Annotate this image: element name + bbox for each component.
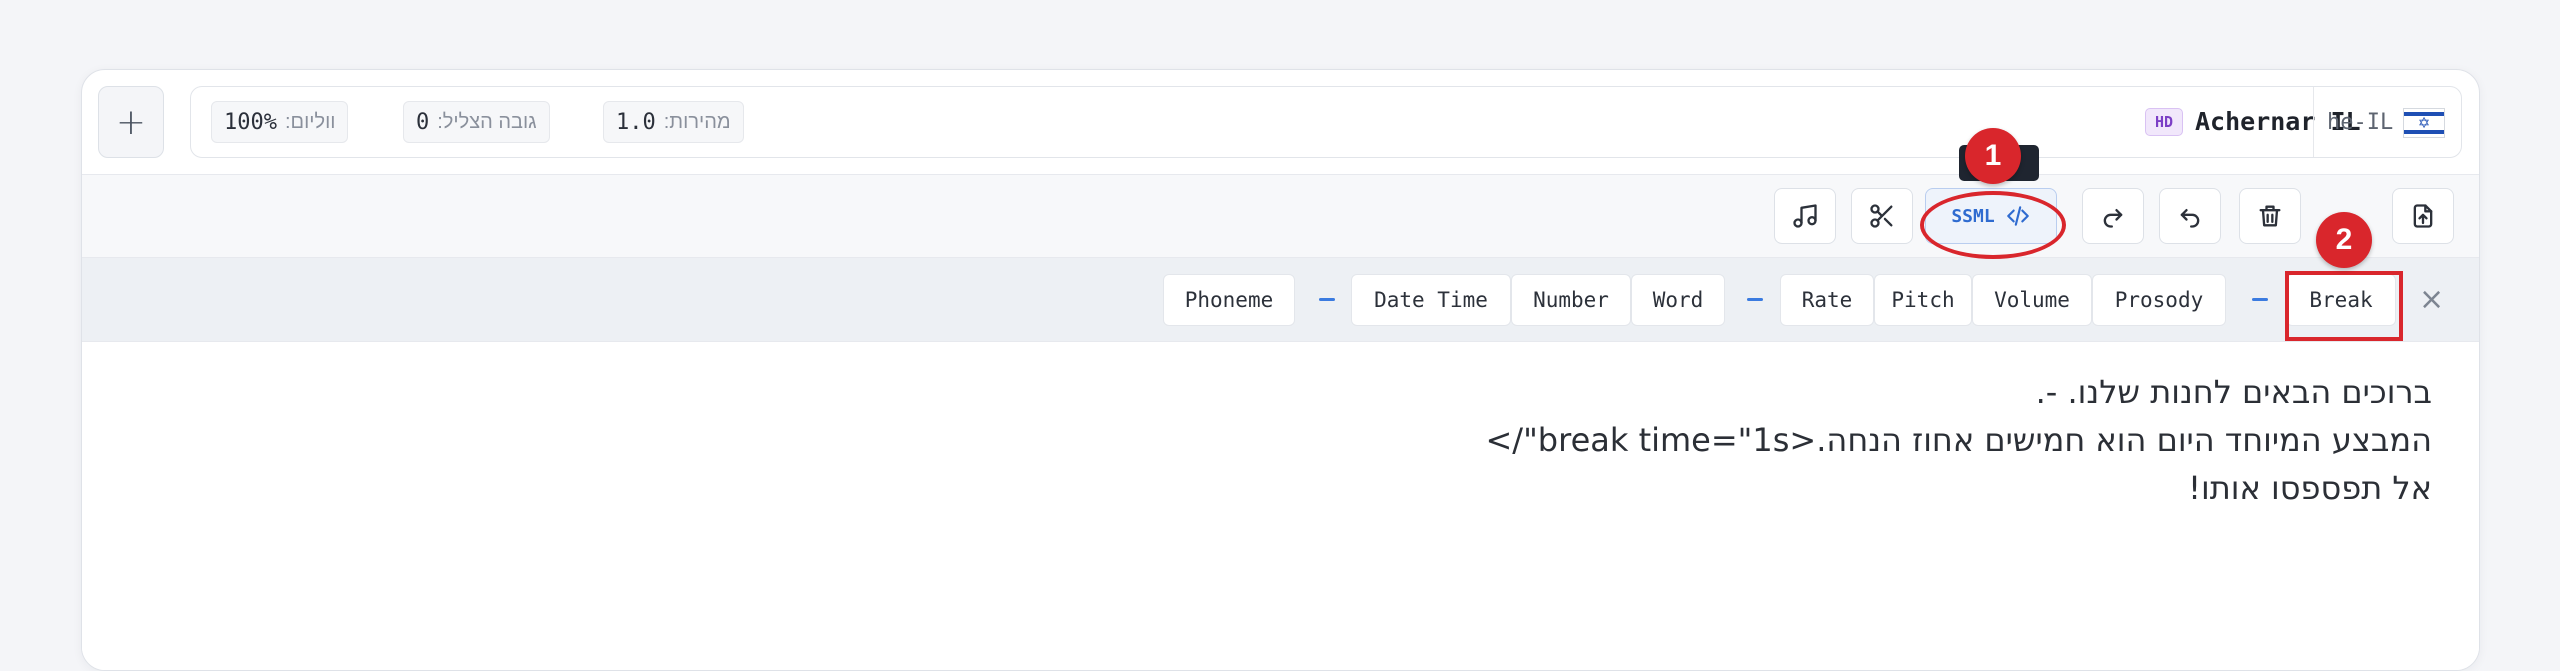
cut-button[interactable]	[1851, 188, 1913, 244]
hd-badge: HD	[2145, 108, 2183, 136]
tag-phoneme-button[interactable]: Phoneme	[1163, 274, 1295, 326]
delete-button[interactable]	[2239, 188, 2301, 244]
undo-icon	[2180, 209, 2200, 228]
tag-date-time-button[interactable]: Date Time	[1351, 274, 1511, 326]
editor-card: + 100% ווליום: 0 גובה הצליל: 1.0 מהירות:…	[81, 69, 2480, 671]
tag-number-button[interactable]: Number	[1511, 274, 1631, 326]
text-editor[interactable]: ברוכים הבאים לחנות שלנו. -. המבצע המיוחד…	[82, 342, 2479, 670]
editor-line: המבצע המיוחד היום הוא חמישים אחוז הנחה.<…	[1485, 421, 2432, 459]
editor-line: אל תפספסו אותו!	[2188, 469, 2432, 507]
ssml-tag-bar: Phoneme Date Time Number Word Rate Pitch…	[82, 258, 2479, 341]
music-note-icon	[1793, 204, 1817, 228]
close-icon[interactable]: ×	[2419, 280, 2444, 320]
tag-rate-button[interactable]: Rate	[1780, 274, 1874, 326]
tag-word-button[interactable]: Word	[1631, 274, 1725, 326]
pitch-chip[interactable]: 0 גובה הצליל:	[403, 101, 550, 143]
rate-chip[interactable]: 1.0 מהירות:	[603, 101, 744, 143]
israel-flag-icon: ✡	[2403, 108, 2445, 138]
scissors-icon	[1870, 204, 1893, 228]
rate-label: מהירות:	[663, 110, 731, 133]
volume-value: 100%	[224, 109, 277, 135]
volume-label: ווליום:	[284, 110, 336, 133]
rate-value: 1.0	[616, 109, 656, 135]
add-button[interactable]: +	[98, 86, 164, 158]
tag-volume-button[interactable]: Volume	[1972, 274, 2092, 326]
export-button[interactable]	[2392, 188, 2454, 244]
trash-icon	[2259, 205, 2281, 227]
highlight-box-break	[2285, 271, 2403, 341]
tag-prosody-button[interactable]: Prosody	[2092, 274, 2226, 326]
tag-separator	[2252, 298, 2268, 301]
tag-separator	[1747, 298, 1763, 301]
step-marker-2: 2	[2316, 212, 2372, 268]
plus-icon: +	[115, 101, 147, 143]
divider	[2313, 87, 2314, 157]
language-code[interactable]: he-IL	[2327, 107, 2393, 139]
step-marker-1: 1	[1965, 128, 2021, 184]
voice-settings-bar: 100% ווליום: 0 גובה הצליל: 1.0 מהירות: H…	[190, 86, 2462, 158]
undo-button[interactable]	[2159, 188, 2221, 244]
tag-separator	[1319, 298, 1335, 301]
redo-icon	[2103, 209, 2123, 228]
export-icon	[2413, 204, 2433, 228]
volume-chip[interactable]: 100% ווליום:	[211, 101, 349, 143]
music-button[interactable]	[1774, 188, 1836, 244]
highlight-ring-ssml	[1920, 191, 2066, 259]
pitch-value: 0	[416, 109, 430, 135]
pitch-label: גובה הצליל:	[437, 110, 537, 133]
editor-toolbar: SSML	[82, 175, 2479, 257]
tag-pitch-button[interactable]: Pitch	[1874, 274, 1972, 326]
redo-button[interactable]	[2082, 188, 2144, 244]
editor-line: ברוכים הבאים לחנות שלנו. -.	[2035, 373, 2432, 411]
